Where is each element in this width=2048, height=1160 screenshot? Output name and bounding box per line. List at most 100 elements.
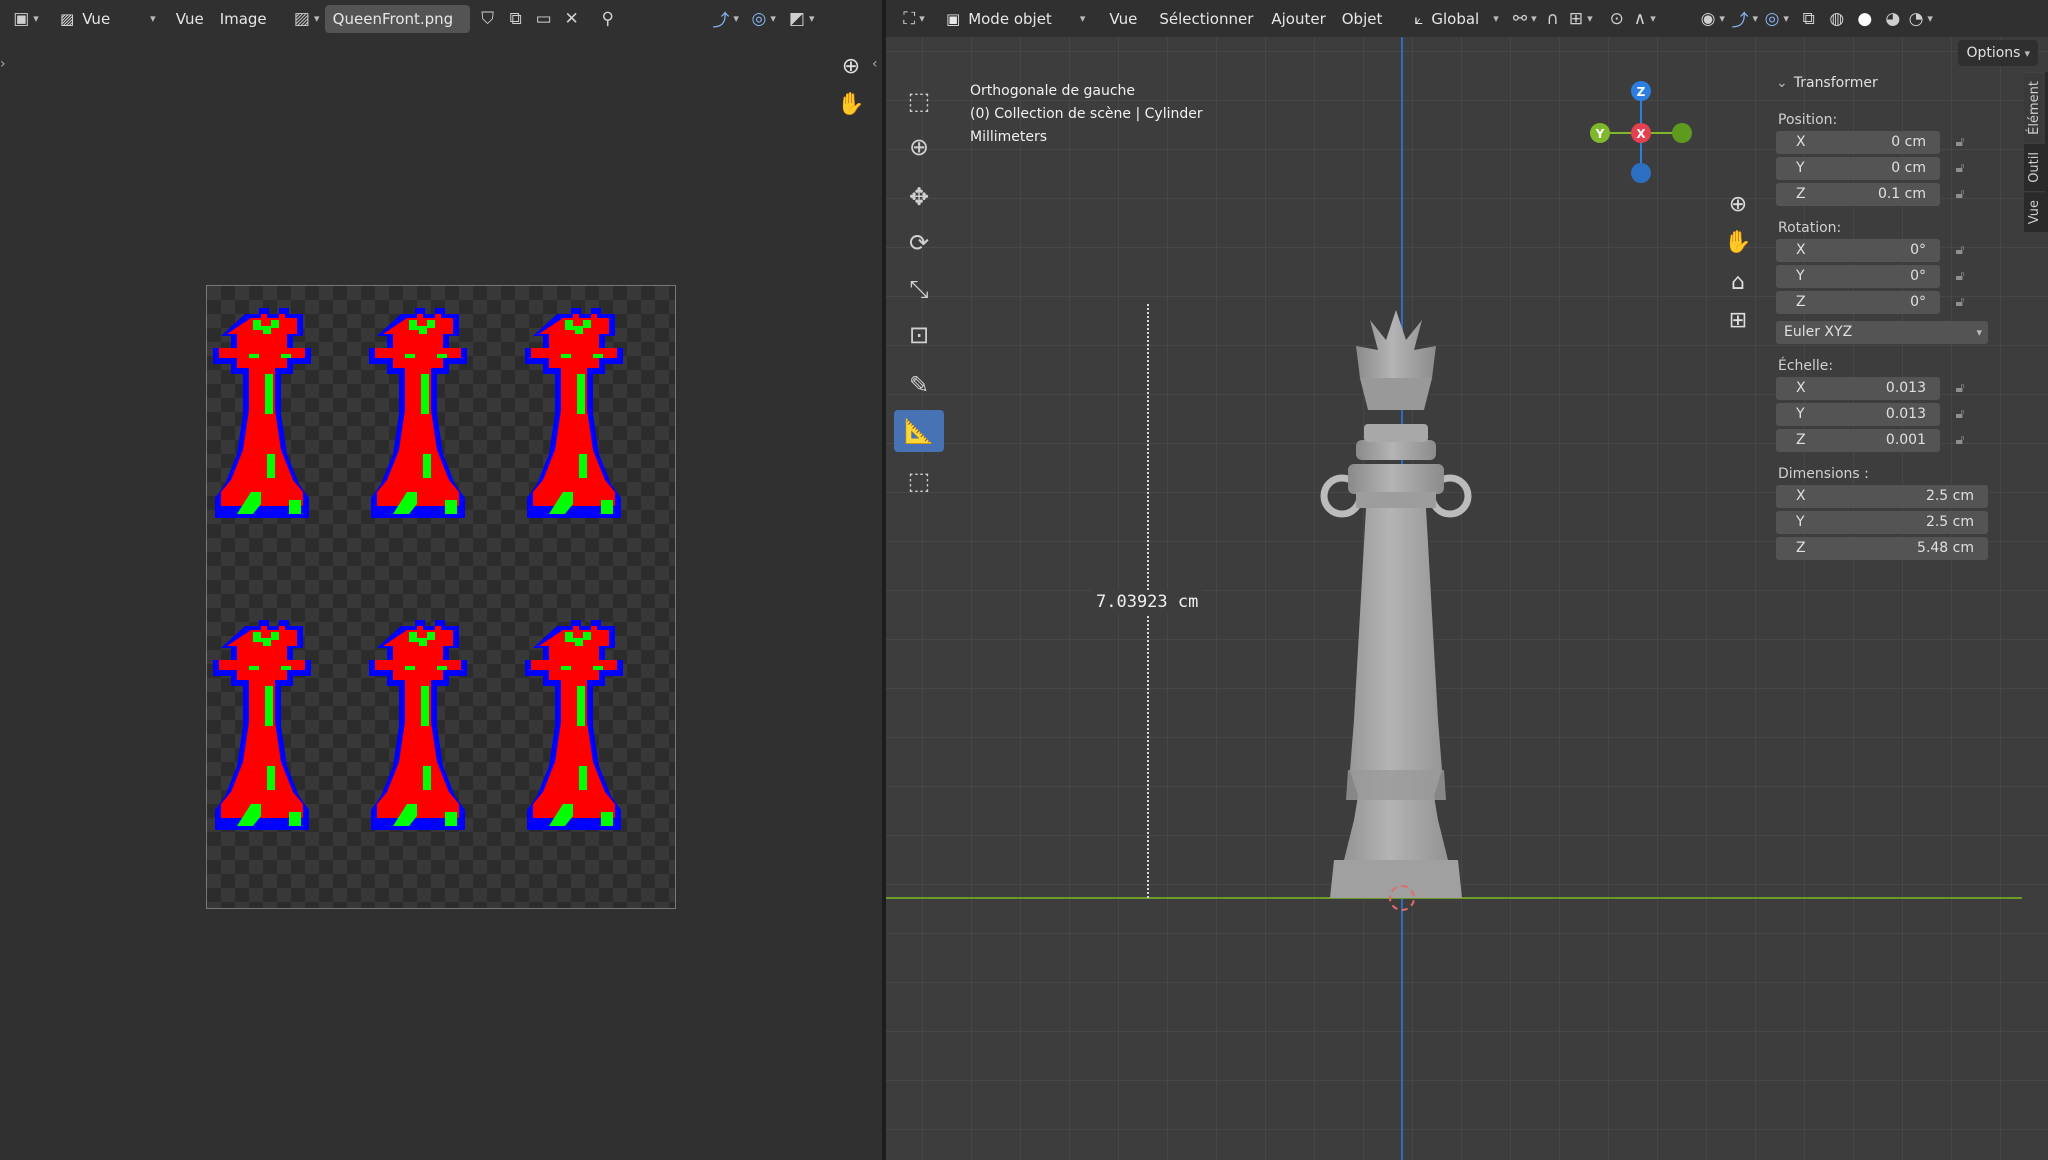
proportional-edit-toggle[interactable]: ⊙ — [1603, 5, 1631, 33]
axis-label: Z — [1796, 294, 1806, 310]
menu-object[interactable]: Objet — [1336, 5, 1389, 33]
snap-mode-button[interactable]: ⊞ ▾ — [1567, 5, 1595, 33]
measure-tool[interactable]: 📐 — [894, 410, 944, 452]
visibility-button[interactable]: ◉ ▾ — [1699, 5, 1727, 33]
image-name-field[interactable]: QueenFront.png — [324, 4, 470, 33]
transform-tool[interactable]: ⊡ — [894, 314, 944, 356]
gizmo-toggle[interactable]: ⤴ ▾ — [1731, 5, 1759, 33]
sidebar-expand-icon[interactable]: ‹ — [872, 56, 878, 72]
lock-icon[interactable]: 🔓︎ — [1940, 294, 1980, 310]
lock-icon[interactable]: 🔓︎ — [1940, 242, 1980, 258]
lock-icon[interactable]: 🔓︎ — [1940, 406, 1980, 422]
add-cube-tool[interactable]: ⬚ — [894, 460, 944, 502]
pan-button[interactable]: ✋ — [1720, 224, 1756, 260]
menu-add[interactable]: Ajouter — [1265, 5, 1331, 33]
xray-toggle[interactable]: ⧉ — [1795, 5, 1823, 33]
chevron-down-icon: ▾ — [33, 12, 39, 25]
menu-view[interactable]: Vue — [170, 5, 210, 33]
queen-model[interactable] — [1286, 300, 1526, 910]
material-sphere-icon: ◕ — [1885, 8, 1901, 29]
mode-dropdown[interactable]: ▣ Mode objet ▾ — [940, 5, 1091, 33]
lock-icon[interactable]: 🔓︎ — [1940, 268, 1980, 284]
rotate-tool[interactable]: ⟳ — [894, 222, 944, 264]
options-dropdown[interactable]: Options ▾ — [1958, 40, 2038, 66]
scale-y-field[interactable]: Y 0.013 — [1776, 402, 1940, 426]
overlay-toggle[interactable]: ◎ ▾ — [1763, 5, 1791, 33]
solid-sphere-icon: ● — [1857, 8, 1873, 29]
dimensions-x-field[interactable]: X 2.5 cm — [1776, 484, 1988, 508]
position-x-field[interactable]: X 0 cm — [1776, 130, 1940, 154]
hand-icon: ✋ — [1724, 229, 1752, 255]
menu-view[interactable]: Vue — [1103, 5, 1143, 33]
navigation-gizmo[interactable]: Z X Y — [1586, 76, 1696, 186]
camera-view-button[interactable]: ⌂ — [1720, 264, 1756, 300]
display-channels-button[interactable]: ◩ ▾ — [788, 5, 816, 33]
zoom-icon: ⊕ — [1728, 191, 1748, 217]
pan-button[interactable]: ✋ — [833, 86, 869, 122]
falloff-button[interactable]: ∧ ▾ — [1631, 5, 1659, 33]
orientation-dropdown[interactable]: ⟀ Global ▾ — [1408, 5, 1504, 33]
chevron-down-icon: ▾ — [1927, 12, 1933, 25]
menu-image[interactable]: Image — [214, 5, 273, 33]
lock-icon[interactable]: 🔓︎ — [1940, 432, 1980, 448]
unlink-image-button[interactable]: ✕ — [558, 5, 586, 33]
tab-view[interactable]: Vue — [2024, 190, 2045, 232]
rotation-y-field[interactable]: Y 0° — [1776, 264, 1940, 288]
menu-select[interactable]: Sélectionner — [1153, 5, 1259, 33]
dimensions-z-field[interactable]: Z 5.48 cm — [1776, 536, 1988, 560]
rendered-shading-button[interactable]: ◔ ▾ — [1907, 5, 1935, 33]
chevron-down-icon: ▾ — [313, 12, 320, 25]
select-box-tool[interactable]: ⬚ — [894, 80, 944, 122]
annotate-tool[interactable]: ✎ — [894, 364, 944, 406]
scale-z-field[interactable]: Z 0.001 — [1776, 428, 1940, 452]
overlay-toggle[interactable]: ◎ ▾ — [750, 5, 778, 33]
3d-viewport[interactable]: ⛶ ▾ ▣ Mode objet ▾ Vue Sélectionner Ajout… — [886, 0, 2048, 1160]
material-shading-button[interactable]: ◕ — [1879, 5, 1907, 33]
rotation-x-field[interactable]: X 0° — [1776, 238, 1940, 262]
rotation-mode-dropdown[interactable]: Euler XYZ ▾ — [1776, 320, 1988, 344]
move-tool[interactable]: ✥ — [894, 176, 944, 218]
editor-type-button[interactable]: ⛶ ▾ — [900, 5, 928, 33]
chevron-down-icon: ▾ — [1976, 325, 1982, 339]
solid-shading-button[interactable]: ● — [1851, 5, 1879, 33]
dimensions-y-field[interactable]: Y 2.5 cm — [1776, 510, 1988, 534]
wireframe-shading-button[interactable]: ◍ — [1823, 5, 1851, 33]
toolbar-expand-icon[interactable]: › — [0, 56, 6, 72]
editor-type-button[interactable]: ▣ ▾ — [12, 5, 40, 33]
perspective-toggle[interactable]: ⊞ — [1720, 302, 1756, 338]
browse-image-button[interactable]: ▨ ▾ — [293, 5, 321, 33]
new-image-button[interactable]: ⧉ — [502, 5, 530, 33]
view-name: Orthogonale de gauche — [970, 83, 1136, 99]
position-y-field[interactable]: Y 0 cm — [1776, 156, 1940, 180]
view-mode-dropdown[interactable]: ▨ Vue ▾ — [54, 5, 162, 33]
lock-icon[interactable]: 🔓︎ — [1940, 186, 1980, 202]
tab-tool[interactable]: Outil — [2024, 142, 2045, 191]
lock-icon[interactable]: 🔓︎ — [1940, 380, 1980, 396]
fake-user-button[interactable]: ⛉ — [474, 5, 502, 33]
pin-button[interactable]: ⚲ — [594, 5, 622, 33]
position-z-field[interactable]: Z 0.1 cm — [1776, 182, 1940, 206]
scale-x-field[interactable]: X 0.013 — [1776, 376, 1940, 400]
lock-icon[interactable]: 🔓︎ — [1940, 134, 1980, 150]
snap-toggle[interactable]: ∩ — [1539, 5, 1567, 33]
image-canvas[interactable] — [206, 285, 676, 909]
rotate-icon: ⟳ — [908, 229, 930, 257]
cursor-tool[interactable]: ⊕ — [894, 126, 944, 168]
rotation-x-row: X 0° 🔓︎ — [1776, 238, 1998, 262]
pivot-button[interactable]: ⚯ ▾ — [1511, 5, 1539, 33]
scale-tool[interactable]: ⤡ — [894, 268, 944, 310]
image-editor: ▣ ▾ ▨ Vue ▾ Vue Image ▨ ▾ QueenFront.png ⛉… — [0, 0, 882, 1160]
tab-item[interactable]: Élément — [2024, 72, 2045, 143]
chevron-down-icon: ▾ — [1783, 12, 1789, 25]
field-value: 5.48 cm — [1917, 540, 1974, 556]
queen-sprites-image — [213, 308, 623, 830]
mode-label: Mode objet — [968, 9, 1052, 28]
gizmo-toggle[interactable]: ⤴ ▾ — [712, 5, 740, 33]
axis-label: Z — [1796, 186, 1806, 202]
transform-panel-header[interactable]: ⌄ Transformer — [1776, 70, 1998, 96]
rotation-z-field[interactable]: Z 0° — [1776, 290, 1940, 314]
zoom-button[interactable]: ⊕ — [833, 48, 869, 84]
zoom-button[interactable]: ⊕ — [1720, 186, 1756, 222]
lock-icon[interactable]: 🔓︎ — [1940, 160, 1980, 176]
open-image-button[interactable]: ▭ — [530, 5, 558, 33]
